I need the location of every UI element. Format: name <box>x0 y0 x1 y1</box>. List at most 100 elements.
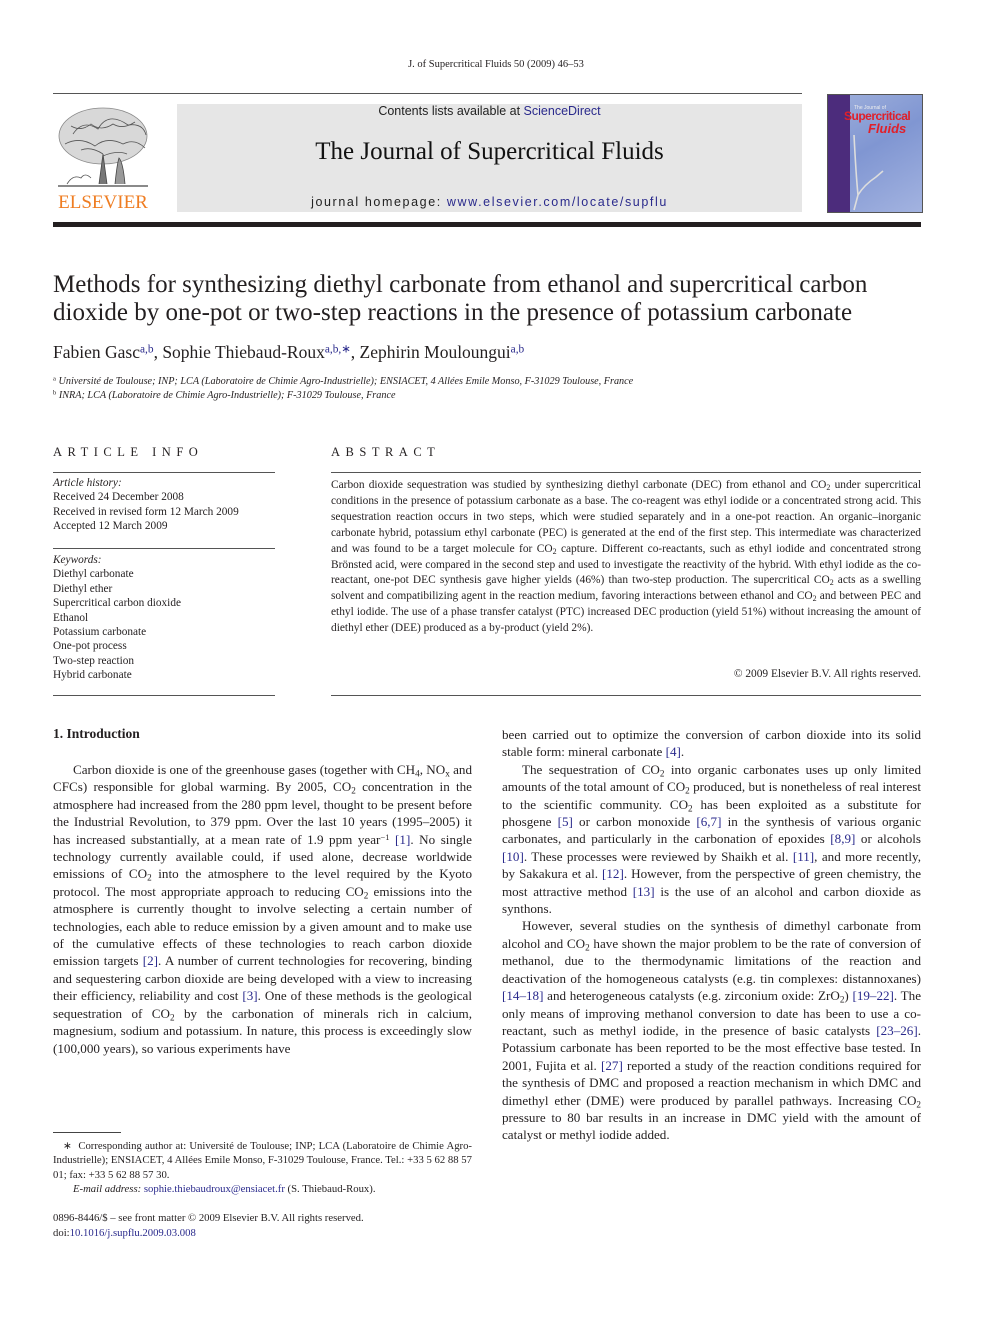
abstract-bottom-rule <box>331 695 921 696</box>
author-affil-mark[interactable]: a,b <box>140 343 154 355</box>
text: The sequestration of CO <box>522 761 660 777</box>
article-history: Article history: Received 24 December 20… <box>53 476 275 534</box>
author-1[interactable]: Fabien Gasca,b, <box>53 342 162 362</box>
history-label: Article history: <box>53 477 122 489</box>
text: pressure to 80 bar results in an increas… <box>502 1109 921 1143</box>
citation-link[interactable]: [11] <box>793 849 814 864</box>
keywords-label: Keywords: <box>53 554 102 566</box>
author-affil-mark[interactable]: a,b <box>511 343 525 355</box>
cover-branch-icon <box>853 134 884 211</box>
abstract-body: Carbon dioxide sequestration was studied… <box>331 478 921 637</box>
keyword: Two-step reaction <box>53 654 135 667</box>
author-name: Zephirin Mouloungui <box>359 342 511 362</box>
citation-link[interactable]: [6,7] <box>696 814 721 829</box>
contents-prefix: Contents lists available at <box>378 104 524 118</box>
article-info-rule <box>53 472 275 473</box>
text: been carried out to optimize the convers… <box>502 727 921 760</box>
homepage-prefix: journal homepage: <box>311 195 447 209</box>
author-3[interactable]: Zephirin Moulounguia,b <box>360 342 525 362</box>
publisher-logo-text: ELSEVIER <box>58 192 148 213</box>
affiliation-text: INRA; LCA (Laboratoire de Chimie Agro-In… <box>58 390 396 401</box>
intro-paragraph-1-cont: been carried out to optimize the convers… <box>502 726 921 761</box>
citation-link[interactable]: [19–22] <box>852 988 893 1003</box>
keyword: Hybrid carbonate <box>53 669 132 682</box>
doi-link[interactable]: 10.1016/j.supflu.2009.03.008 <box>70 1227 196 1239</box>
email-label: E-mail address: <box>73 1182 144 1195</box>
keywords: Keywords: Diethyl carbonate Diethyl ethe… <box>53 553 275 683</box>
elsevier-logo[interactable]: ELSEVIER <box>53 104 153 214</box>
corresponding-text: Corresponding author at: Université de T… <box>53 1140 472 1181</box>
running-head: J. of Supercritical Fluids 50 (2009) 46–… <box>408 59 584 70</box>
affiliation-text: Université de Toulouse; INP; LCA (Labora… <box>58 376 634 387</box>
intro-right-column: been carried out to optimize the convers… <box>502 726 921 1144</box>
citation-link[interactable]: [4] <box>666 744 681 759</box>
keyword: Supercritical carbon dioxide <box>53 597 181 610</box>
affiliation-mark: a <box>53 375 56 383</box>
header-thick-rule <box>53 222 921 227</box>
journal-banner: Contents lists available at ScienceDirec… <box>177 104 802 212</box>
footnote-mark: ∗ <box>63 1140 72 1152</box>
citation-link[interactable]: [10] <box>502 849 524 864</box>
affiliation-a: a Université de Toulouse; INP; LCA (Labo… <box>53 376 633 387</box>
text: , NO <box>419 762 446 777</box>
text: or alcohols <box>855 831 921 847</box>
history-revised: Received in revised form 12 March 2009 <box>53 505 239 518</box>
corresponding-author-footnote: ∗ Corresponding author at: Université de… <box>53 1139 472 1196</box>
abstract-text: Carbon dioxide sequestration was studied… <box>331 479 827 491</box>
citation-link[interactable]: [13] <box>633 884 655 899</box>
corresponding-note: ∗ Corresponding author at: Université de… <box>53 1139 472 1182</box>
history-rule <box>53 548 275 549</box>
author-2[interactable]: Sophie Thiebaud-Rouxa,b,∗, <box>162 342 359 362</box>
doi-prefix: doi: <box>53 1227 70 1239</box>
homepage-link[interactable]: www.elsevier.com/locate/supflu <box>447 195 668 209</box>
tree-icon <box>58 107 148 187</box>
keyword: Diethyl carbonate <box>53 568 134 581</box>
history-accepted: Accepted 12 March 2009 <box>53 520 168 533</box>
intro-paragraph-1: Carbon dioxide is one of the greenhouse … <box>53 761 472 1057</box>
citation-link[interactable]: [27] <box>601 1058 623 1073</box>
text: or carbon monoxide <box>572 814 697 830</box>
author-separator: , <box>153 342 163 362</box>
affiliation-mark: b <box>53 389 57 397</box>
affiliation-b: b INRA; LCA (Laboratoire de Chimie Agro-… <box>53 390 396 401</box>
contents-line: Contents lists available at ScienceDirec… <box>177 104 802 118</box>
citation-link[interactable]: [23–26] <box>876 1023 917 1038</box>
intro-paragraph-2: The sequestration of CO2 into organic ca… <box>502 761 921 918</box>
text: . These processes were reviewed by Shaik… <box>523 848 793 864</box>
issn-line: 0896-8446/$ – see front matter © 2009 El… <box>53 1212 364 1224</box>
citation-link[interactable]: [12] <box>602 866 624 881</box>
article-title: Methods for synthesizing diethyl carbona… <box>53 271 868 326</box>
citation-link[interactable]: [8,9] <box>830 831 855 846</box>
text: . <box>680 744 685 760</box>
abstract-rule <box>331 472 921 473</box>
text: Carbon dioxide is one of the greenhouse … <box>73 762 416 777</box>
intro-paragraph-3: However, several studies on the synthesi… <box>502 917 921 1143</box>
email-link[interactable]: sophie.thiebaudroux@ensiacet.fr <box>144 1183 285 1195</box>
sciencedirect-link[interactable]: ScienceDirect <box>524 104 601 118</box>
history-received: Received 24 December 2008 <box>53 491 184 504</box>
front-matter: 0896-8446/$ – see front matter © 2009 El… <box>53 1211 364 1241</box>
header-rule <box>53 93 802 94</box>
author-list: Fabien Gasca,b, Sophie Thiebaud-Rouxa,b,… <box>53 342 524 363</box>
abstract-copyright: © 2009 Elsevier B.V. All rights reserved… <box>733 668 921 680</box>
abstract-heading: ABSTRACT <box>331 445 441 459</box>
footnote-rule <box>53 1132 121 1133</box>
citation-link[interactable]: [5] <box>558 814 573 829</box>
citation-link[interactable]: [3] <box>242 988 257 1003</box>
journal-cover-thumbnail[interactable]: The Journal of Supercritical Fluids <box>827 94 923 213</box>
citation-link[interactable]: [1] <box>395 832 410 847</box>
keywords-rule <box>53 695 275 696</box>
author-affil-mark[interactable]: a,b,∗ <box>325 343 351 355</box>
citation-link[interactable]: [2] <box>143 953 158 968</box>
author-separator: , <box>350 342 360 362</box>
doi-line: doi:10.1016/j.supflu.2009.03.008 <box>53 1226 364 1241</box>
homepage-line: journal homepage: www.elsevier.com/locat… <box>177 195 802 209</box>
keyword: Potassium carbonate <box>53 626 147 639</box>
keyword: Ethanol <box>53 611 89 624</box>
section-heading-introduction: 1. Introduction <box>53 726 140 741</box>
article-info-heading: ARTICLE INFO <box>53 445 204 459</box>
keyword: Diethyl ether <box>53 582 113 595</box>
author-name: Fabien Gasc <box>53 342 140 362</box>
citation-link[interactable]: [14–18] <box>502 988 543 1003</box>
email-suffix: (S. Thiebaud-Roux). <box>284 1182 376 1195</box>
